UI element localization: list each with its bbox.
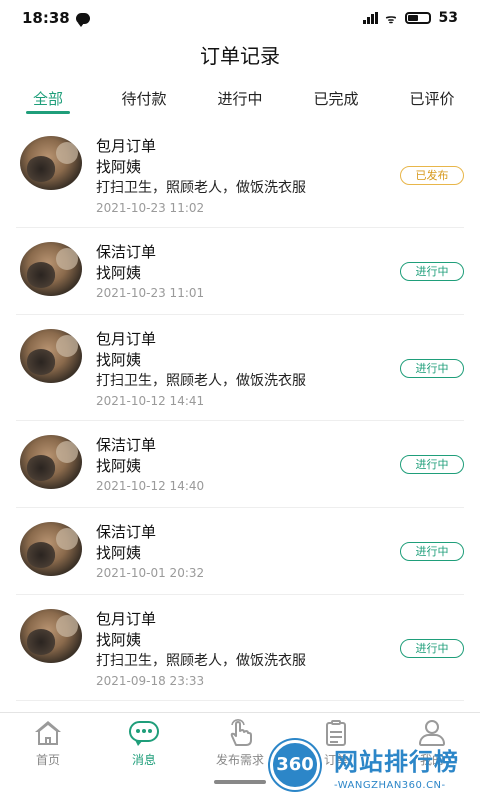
status-time: 18:38 bbox=[22, 9, 70, 27]
avatar bbox=[20, 609, 82, 663]
nav-label: 首页 bbox=[35, 753, 60, 767]
order-type: 保洁订单 bbox=[96, 436, 157, 454]
order-service: 找阿姨 bbox=[96, 351, 142, 369]
watermark-logo: 360 网站排行榜 -WANGZHAN360.CN- bbox=[270, 736, 480, 800]
tab-reviewed[interactable]: 已评价 bbox=[400, 84, 464, 120]
order-time: 2021-10-12 14:40 bbox=[96, 479, 205, 493]
order-service: 找阿姨 bbox=[96, 631, 142, 649]
chat-notification-icon bbox=[75, 12, 90, 27]
order-body: 保洁订单 找阿姨 2021-10-23 11:01 bbox=[96, 242, 204, 301]
order-time: 2021-10-23 11:01 bbox=[96, 286, 205, 300]
home-icon bbox=[32, 719, 64, 747]
avatar bbox=[20, 522, 82, 576]
tab-pending-payment[interactable]: 待付款 bbox=[112, 84, 176, 120]
publish-hand-icon bbox=[224, 719, 256, 747]
nav-home[interactable]: 首页 bbox=[0, 713, 96, 800]
order-time: 2021-10-12 14:41 bbox=[96, 394, 205, 408]
order-service: 找阿姨 bbox=[96, 158, 142, 176]
status-badge: 进行中 bbox=[400, 639, 464, 658]
status-badge: 进行中 bbox=[400, 359, 464, 378]
order-time: 2021-10-23 11:02 bbox=[96, 201, 205, 215]
order-body: 保洁订单 找阿姨 2021-10-12 14:40 bbox=[96, 435, 204, 494]
status-left: 18:38 bbox=[22, 9, 90, 27]
order-item[interactable]: 保洁订单 找阿姨 2021-10-23 11:01 进行中 bbox=[16, 228, 464, 315]
order-body: 包月订单 找阿姨 打扫卫生，照顾老人，做饭洗衣服 2021-09-18 23:3… bbox=[96, 609, 306, 689]
avatar bbox=[20, 329, 82, 383]
status-right: ᯤ 53 bbox=[362, 10, 458, 27]
network-icon: ᯤ bbox=[385, 11, 397, 26]
order-filter-tabs: 全部 待付款 进行中 已完成 已评价 bbox=[0, 84, 480, 120]
tab-in-progress[interactable]: 进行中 bbox=[208, 84, 272, 120]
status-badge: 进行中 bbox=[400, 262, 464, 281]
nav-label: 发布需求 bbox=[215, 753, 264, 767]
signal-icon bbox=[362, 12, 378, 24]
watermark-subtitle: -WANGZHAN360.CN- bbox=[334, 780, 446, 791]
tab-all[interactable]: 全部 bbox=[16, 84, 80, 120]
order-type: 保洁订单 bbox=[96, 523, 157, 541]
order-body: 包月订单 找阿姨 打扫卫生，照顾老人，做饭洗衣服 2021-10-12 14:4… bbox=[96, 329, 306, 409]
order-body: 保洁订单 找阿姨 2021-10-01 20:32 bbox=[96, 522, 204, 581]
avatar bbox=[20, 136, 82, 190]
order-type: 包月订单 bbox=[96, 610, 157, 628]
home-indicator bbox=[214, 780, 266, 784]
order-service: 找阿姨 bbox=[96, 457, 142, 475]
nav-messages[interactable]: 消息 bbox=[96, 713, 192, 800]
order-service: 找阿姨 bbox=[96, 264, 142, 282]
watermark-badge: 360 bbox=[270, 740, 320, 790]
page-title: 订单记录 bbox=[200, 44, 280, 68]
order-list: 包月订单 找阿姨 打扫卫生，照顾老人，做饭洗衣服 2021-10-23 11:0… bbox=[0, 122, 480, 701]
message-icon bbox=[128, 719, 160, 747]
order-item[interactable]: 包月订单 找阿姨 打扫卫生，照顾老人，做饭洗衣服 2021-10-23 11:0… bbox=[16, 122, 464, 228]
battery-percent: 53 bbox=[438, 10, 458, 26]
order-item[interactable]: 包月订单 找阿姨 打扫卫生，照顾老人，做饭洗衣服 2021-10-12 14:4… bbox=[16, 315, 464, 421]
order-type: 包月订单 bbox=[96, 137, 157, 155]
order-time: 2021-10-01 20:32 bbox=[96, 566, 205, 580]
status-badge: 进行中 bbox=[400, 542, 464, 561]
order-type: 包月订单 bbox=[96, 330, 157, 348]
order-item[interactable]: 保洁订单 找阿姨 2021-10-01 20:32 进行中 bbox=[16, 508, 464, 595]
status-bar: 18:38 ᯤ 53 bbox=[0, 0, 480, 36]
nav-label: 消息 bbox=[131, 753, 156, 767]
order-service: 找阿姨 bbox=[96, 544, 142, 562]
order-type: 保洁订单 bbox=[96, 243, 157, 261]
order-time: 2021-09-18 23:33 bbox=[96, 674, 205, 688]
tab-completed[interactable]: 已完成 bbox=[304, 84, 368, 120]
order-body: 包月订单 找阿姨 打扫卫生，照顾老人，做饭洗衣服 2021-10-23 11:0… bbox=[96, 136, 306, 216]
avatar bbox=[20, 242, 82, 296]
order-item[interactable]: 保洁订单 找阿姨 2021-10-12 14:40 进行中 bbox=[16, 421, 464, 508]
status-badge: 已发布 bbox=[400, 166, 464, 185]
order-item[interactable]: 包月订单 找阿姨 打扫卫生，照顾老人，做饭洗衣服 2021-09-18 23:3… bbox=[16, 595, 464, 701]
battery-icon bbox=[404, 12, 431, 24]
watermark-title: 网站排行榜 bbox=[334, 748, 459, 776]
avatar bbox=[20, 435, 82, 489]
status-badge: 进行中 bbox=[400, 455, 464, 474]
order-description: 打扫卫生，照顾老人，做饭洗衣服 bbox=[96, 653, 306, 669]
order-description: 打扫卫生，照顾老人，做饭洗衣服 bbox=[96, 180, 306, 196]
order-description: 打扫卫生，照顾老人，做饭洗衣服 bbox=[96, 373, 306, 389]
